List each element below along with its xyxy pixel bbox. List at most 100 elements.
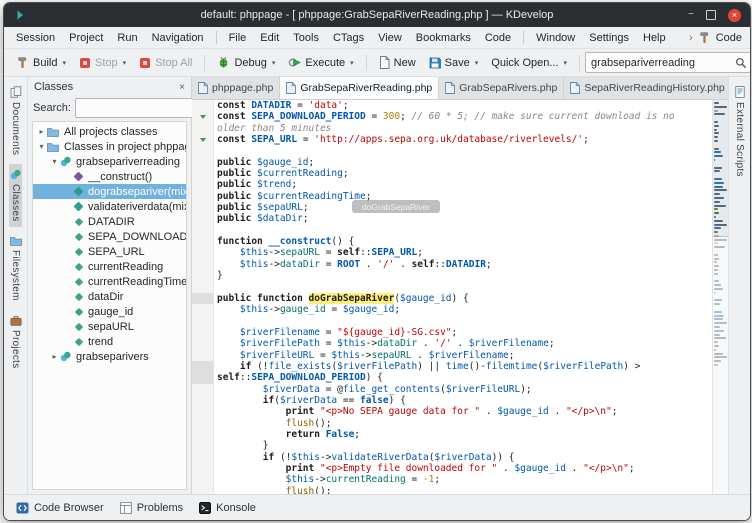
tree-item[interactable]: SEPA_DOWNLOAD_PERIOD bbox=[33, 229, 186, 244]
gutter-cell bbox=[192, 123, 214, 134]
gutter-cell bbox=[192, 327, 214, 338]
tree-item-label: gauge_id bbox=[88, 306, 133, 318]
file-icon bbox=[445, 82, 455, 94]
tree-item[interactable]: DATADIR bbox=[33, 214, 186, 229]
tree-item[interactable]: dograbsepariver(mixed) bbox=[33, 184, 186, 199]
code-line: function __construct() { bbox=[192, 236, 713, 247]
menu-file[interactable]: File bbox=[222, 29, 254, 47]
code-tooltip: doGrabSepaRiver bbox=[352, 200, 440, 213]
script-icon bbox=[734, 86, 746, 98]
tree-item[interactable]: ▸ All projects classes bbox=[33, 124, 186, 139]
folder-icon bbox=[47, 142, 59, 152]
menu-project[interactable]: Project bbox=[62, 29, 110, 47]
tree-item[interactable]: currentReading bbox=[33, 259, 186, 274]
button-label: Execute bbox=[305, 57, 345, 69]
code-line: self::SEPA_DOWNLOAD_PERIOD) { bbox=[192, 372, 713, 383]
expander-right-icon[interactable]: ▸ bbox=[36, 127, 47, 136]
build-button[interactable]: Build▾ bbox=[10, 53, 72, 72]
menu-help[interactable]: Help bbox=[636, 29, 673, 47]
menu-edit[interactable]: Edit bbox=[253, 29, 286, 47]
tab-separiverreadinghistory-php[interactable]: SepaRiverReadingHistory.php bbox=[564, 77, 731, 99]
tree-item[interactable]: trend bbox=[33, 334, 186, 349]
code-line bbox=[192, 225, 713, 236]
code-line: } bbox=[192, 440, 713, 451]
file-icon bbox=[286, 82, 296, 94]
tab-phppage-php[interactable]: phppage.php bbox=[192, 77, 280, 99]
fold-arrow-icon[interactable] bbox=[200, 138, 206, 142]
menubar-corner[interactable]: › Code bbox=[689, 31, 745, 44]
tree-item[interactable]: currentReadingTime bbox=[33, 274, 186, 289]
problems-button[interactable]: Problems bbox=[120, 502, 183, 514]
new-button[interactable]: New bbox=[373, 53, 422, 72]
execute-button[interactable]: Execute▾ bbox=[282, 53, 359, 72]
menu-window[interactable]: Window bbox=[529, 29, 582, 47]
code-editor[interactable]: const DATADIR = 'data';const SEPA_DOWNLO… bbox=[192, 100, 713, 494]
menu-tools[interactable]: Tools bbox=[286, 29, 326, 47]
classes-panel: Classes × Search: × ▸All projects classe… bbox=[28, 77, 192, 494]
menu-settings[interactable]: Settings bbox=[582, 29, 636, 47]
code-line: $riverFilePath = $this->dataDir . '/' . … bbox=[192, 338, 713, 349]
fold-arrow-icon[interactable] bbox=[200, 115, 206, 119]
code-line: $this->currentReading = -1; bbox=[192, 474, 713, 485]
menu-view[interactable]: View bbox=[371, 29, 409, 47]
toolbar-separator bbox=[579, 55, 580, 71]
tab-grabsepariverreading-php[interactable]: GrabSepaRiverReading.php bbox=[280, 77, 439, 99]
kdevelop-window: default: phppage - [ phppage:GrabSepaRiv… bbox=[3, 2, 751, 521]
field-icon bbox=[75, 307, 83, 315]
tree-item[interactable]: dataDir bbox=[33, 289, 186, 304]
gutter-cell bbox=[192, 225, 214, 236]
file-icon bbox=[570, 82, 580, 94]
menu-ctags[interactable]: CTags bbox=[326, 29, 371, 47]
minimap-scrollbar[interactable] bbox=[712, 100, 728, 494]
dock-tab-documents[interactable]: Documents bbox=[9, 81, 23, 160]
tree-item[interactable]: ▾Classes in project phppage bbox=[33, 139, 186, 154]
tree-item[interactable]: gauge_id bbox=[33, 304, 186, 319]
quick-open-button[interactable]: Quick Open...▾ bbox=[485, 54, 573, 72]
expander-down-icon[interactable]: ▾ bbox=[49, 157, 60, 166]
dock-tab-filesystem[interactable]: Filesystem bbox=[9, 231, 23, 306]
dropdown-arrow-icon: ▾ bbox=[62, 59, 66, 67]
tree-item[interactable]: validateriverdata(mixed) bbox=[33, 199, 186, 214]
tree-item-label: All projects classes bbox=[64, 126, 158, 138]
close-button[interactable]: × bbox=[728, 9, 741, 22]
tree-item[interactable]: SEPA_URL bbox=[33, 244, 186, 259]
code-line: $this->gauge_id = $gauge_id; bbox=[192, 304, 713, 315]
gutter-cell bbox=[192, 463, 214, 474]
tab-grabseparivers-php[interactable]: GrabSepaRivers.php bbox=[439, 77, 564, 99]
expander-right-icon[interactable]: ▸ bbox=[49, 352, 60, 361]
konsole-button[interactable]: Konsole bbox=[199, 502, 256, 514]
dock-tab-external-scripts[interactable]: External Scripts bbox=[733, 81, 747, 182]
minimize-button[interactable]: − bbox=[688, 10, 694, 20]
gutter-cell bbox=[192, 259, 214, 270]
tree-item[interactable]: sepaURL bbox=[33, 319, 186, 334]
stop-button[interactable]: Stop▾ bbox=[73, 54, 132, 72]
editor-tabs: phppage.phpGrabSepaRiverReading.phpGrabS… bbox=[192, 77, 732, 99]
save-button[interactable]: Save▾ bbox=[423, 54, 485, 72]
minimap-viewport[interactable] bbox=[713, 100, 728, 237]
menu-navigation[interactable]: Navigation bbox=[145, 29, 211, 47]
konsole-icon bbox=[199, 502, 211, 514]
tree-item[interactable]: ▸grabseparivers bbox=[33, 349, 186, 364]
gutter-cell bbox=[192, 361, 214, 372]
menu-run[interactable]: Run bbox=[110, 29, 144, 47]
field-icon bbox=[75, 292, 83, 300]
stop-all-button[interactable]: Stop All bbox=[133, 54, 198, 72]
menu-code[interactable]: Code bbox=[478, 29, 518, 47]
tree-item[interactable]: __construct() bbox=[33, 169, 186, 184]
menu-session[interactable]: Session bbox=[9, 29, 62, 47]
expander-down-icon[interactable]: ▾ bbox=[36, 142, 47, 151]
class-search-row: Search: × bbox=[28, 97, 191, 121]
tree-item[interactable]: ▾grabsepariverreading bbox=[33, 154, 186, 169]
bottom-toolview-bar: Code Browser Problems Konsole bbox=[4, 494, 750, 520]
maximize-button[interactable] bbox=[706, 10, 716, 20]
debug-button[interactable]: Debug▾ bbox=[211, 53, 281, 72]
panel-close-icon[interactable]: × bbox=[179, 82, 185, 93]
code-browser-button[interactable]: Code Browser bbox=[16, 502, 104, 514]
titlebar[interactable]: default: phppage - [ phppage:GrabSepaRiv… bbox=[4, 3, 750, 27]
search-input[interactable] bbox=[589, 56, 735, 70]
menu-bookmarks[interactable]: Bookmarks bbox=[409, 29, 478, 47]
toolbar-separator bbox=[366, 55, 367, 71]
dock-tab-projects[interactable]: Projects bbox=[9, 310, 23, 374]
dock-tab-classes[interactable]: Classes bbox=[9, 164, 22, 227]
field-icon bbox=[75, 232, 83, 240]
